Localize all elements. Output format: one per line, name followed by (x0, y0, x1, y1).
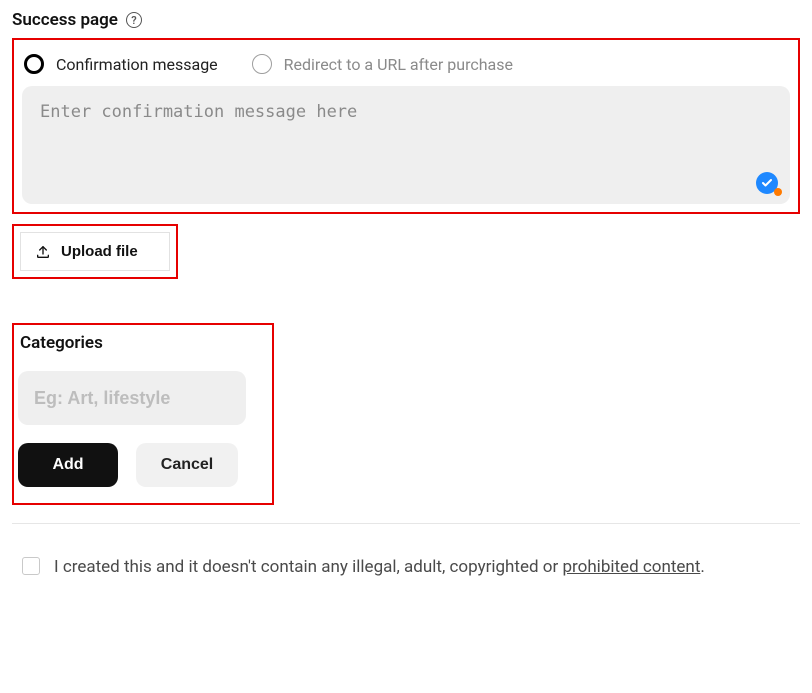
help-icon[interactable]: ? (126, 12, 142, 28)
upload-file-group: Upload file (12, 224, 178, 279)
radio-redirect-label: Redirect to a URL after purchase (284, 55, 513, 74)
confirmation-message-input[interactable] (22, 86, 790, 204)
cancel-button[interactable]: Cancel (136, 443, 238, 487)
success-page-group: Confirmation message Redirect to a URL a… (12, 38, 800, 214)
upload-file-button[interactable]: Upload file (20, 232, 170, 271)
upload-file-label: Upload file (61, 243, 138, 260)
radio-confirmation-message[interactable]: Confirmation message (24, 54, 218, 74)
radio-selected-icon (24, 54, 44, 74)
radio-redirect-url[interactable]: Redirect to a URL after purchase (252, 54, 513, 74)
consent-text: I created this and it doesn't contain an… (54, 554, 705, 580)
categories-group: Categories Add Cancel (12, 323, 274, 505)
confirmation-message-field-wrapper (22, 86, 790, 204)
notification-dot-icon (774, 188, 782, 196)
section-title: Success page (12, 10, 118, 30)
consent-text-prefix: I created this and it doesn't contain an… (54, 557, 562, 577)
upload-icon (35, 244, 51, 260)
radio-unselected-icon (252, 54, 272, 74)
consent-text-suffix: . (700, 557, 704, 577)
consent-checkbox[interactable] (22, 557, 40, 575)
add-button[interactable]: Add (18, 443, 118, 487)
prohibited-content-link[interactable]: prohibited content (562, 557, 700, 577)
categories-title: Categories (18, 329, 260, 371)
radio-confirmation-label: Confirmation message (56, 55, 218, 74)
categories-input[interactable] (18, 371, 246, 425)
